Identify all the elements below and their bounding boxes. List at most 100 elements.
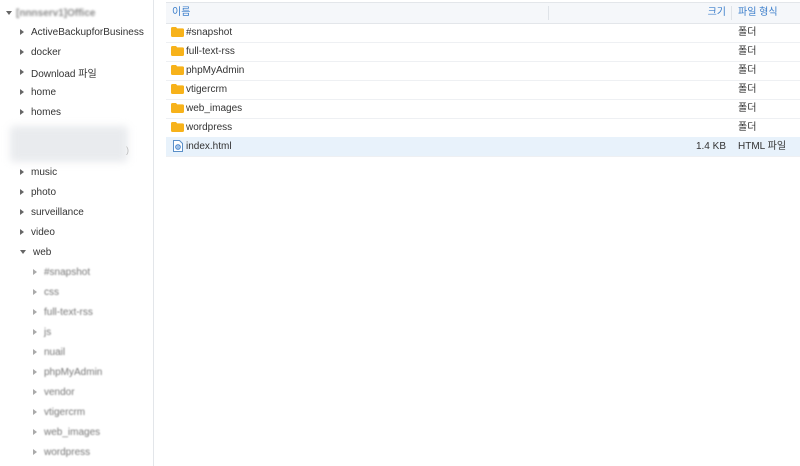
- table-row[interactable]: wordpress 폴더: [166, 118, 800, 138]
- caret-right-icon[interactable]: [33, 389, 37, 395]
- sidebar-subitem-snapshot[interactable]: #snapshot: [33, 265, 90, 279]
- caret-right-icon[interactable]: [33, 449, 37, 455]
- redacted-items: [10, 126, 128, 162]
- table-row[interactable]: phpMyAdmin 폴더: [166, 61, 800, 81]
- caret-right-icon[interactable]: [33, 429, 37, 435]
- caret-right-icon[interactable]: [33, 349, 37, 355]
- file-name: #snapshot: [186, 27, 233, 38]
- sidebar-subitem-css[interactable]: css: [33, 285, 59, 299]
- sidebar-subitem-web-images[interactable]: web_images: [33, 425, 100, 439]
- sidebar-subitem-label: css: [44, 286, 59, 298]
- caret-right-icon[interactable]: [20, 89, 24, 95]
- tree-root-shared-folder[interactable]: [nnnserv1]Office: [6, 6, 95, 20]
- table-row[interactable]: vtigercrm 폴더: [166, 80, 800, 100]
- sidebar-subitem-phpmyadmin[interactable]: phpMyAdmin: [33, 365, 102, 379]
- file-type: 폴더: [738, 122, 757, 133]
- sidebar-item-label: web: [33, 246, 52, 258]
- file-type: 폴더: [738, 84, 757, 95]
- file-name: wordpress: [186, 122, 233, 133]
- sidebar-item-homes[interactable]: homes: [20, 105, 61, 119]
- file-type: 폴더: [738, 65, 757, 76]
- sidebar-item-home[interactable]: home: [20, 85, 56, 99]
- caret-right-icon[interactable]: [20, 49, 24, 55]
- caret-right-icon[interactable]: [20, 29, 24, 35]
- file-list-header: 이름 크기 파일 형식: [166, 2, 800, 24]
- caret-right-icon[interactable]: [33, 309, 37, 315]
- sidebar-subitem-label: web_images: [44, 426, 101, 438]
- file-size: 1.4 KB: [695, 141, 726, 152]
- sidebar-item-label: docker: [31, 46, 62, 58]
- tree-root-label: [nnnserv1]Office: [16, 7, 96, 19]
- column-header-name[interactable]: 이름: [172, 3, 190, 23]
- sidebar-item-docker[interactable]: docker: [20, 45, 61, 59]
- table-row[interactable]: #snapshot 폴더: [166, 23, 800, 43]
- sidebar-item-photo[interactable]: photo: [20, 185, 56, 199]
- sidebar-item-surveillance[interactable]: surveillance: [20, 205, 84, 219]
- sidebar-subitem-label: vendor: [44, 386, 75, 398]
- sidebar-item-label: music: [31, 166, 58, 178]
- folder-tree-sidebar: [nnnserv1]Office ActiveBackupforBusiness…: [0, 0, 154, 466]
- caret-right-icon[interactable]: [20, 69, 24, 75]
- column-header-size[interactable]: 크기: [708, 3, 726, 23]
- sidebar-subitem-full-text-rss[interactable]: full-text-rss: [33, 305, 93, 319]
- file-name: web_images: [186, 103, 243, 114]
- file-list: 이름 크기 파일 형식 #snapshot 폴더 full-text-rss 폴…: [166, 2, 800, 466]
- caret-right-icon[interactable]: [33, 329, 37, 335]
- sidebar-subitem-js[interactable]: js: [33, 325, 51, 339]
- column-divider[interactable]: [731, 6, 732, 20]
- sidebar-item-music[interactable]: music: [20, 165, 57, 179]
- table-row-selected[interactable]: index.html 1.4 KB HTML 파일: [166, 137, 800, 157]
- sidebar-item-label: video: [31, 226, 55, 238]
- sidebar-subitem-label: wordpress: [44, 446, 91, 458]
- sidebar-item-label: home: [31, 86, 57, 98]
- folder-icon: [171, 65, 184, 75]
- sidebar-subitem-nuail[interactable]: nuail: [33, 345, 65, 359]
- folder-icon: [171, 122, 184, 132]
- sidebar-subitem-wordpress[interactable]: wordpress: [33, 445, 90, 459]
- redacted-paren: ): [126, 145, 129, 155]
- caret-right-icon[interactable]: [33, 409, 37, 415]
- caret-right-icon[interactable]: [20, 109, 24, 115]
- sidebar-subitem-label: js: [44, 326, 52, 338]
- caret-down-icon[interactable]: [6, 11, 12, 15]
- sidebar-item-download[interactable]: Download 파일: [20, 65, 97, 80]
- file-name: index.html: [186, 141, 232, 152]
- caret-right-icon[interactable]: [20, 169, 24, 175]
- sidebar-subitem-label: #snapshot: [44, 266, 91, 278]
- folder-icon: [171, 84, 184, 94]
- sidebar-item-web[interactable]: web: [20, 245, 51, 259]
- sidebar-subitem-vendor[interactable]: vendor: [33, 385, 75, 399]
- sidebar-subitem-vtigercrm[interactable]: vtigercrm: [33, 405, 85, 419]
- folder-icon: [171, 27, 184, 37]
- table-row[interactable]: web_images 폴더: [166, 99, 800, 119]
- sidebar-item-video[interactable]: video: [20, 225, 55, 239]
- caret-down-icon[interactable]: [20, 250, 26, 254]
- column-divider[interactable]: [548, 6, 549, 20]
- folder-icon: [171, 46, 184, 56]
- caret-right-icon[interactable]: [20, 229, 24, 235]
- caret-right-icon[interactable]: [33, 369, 37, 375]
- sidebar-item-label: Download 파일: [31, 68, 97, 80]
- caret-right-icon[interactable]: [33, 289, 37, 295]
- caret-right-icon[interactable]: [33, 269, 37, 275]
- sidebar-item-label: surveillance: [31, 206, 84, 218]
- file-name: phpMyAdmin: [186, 65, 245, 76]
- file-type: 폴더: [738, 103, 757, 114]
- caret-right-icon[interactable]: [20, 209, 24, 215]
- table-row[interactable]: full-text-rss 폴더: [166, 42, 800, 62]
- sidebar-item-activebackup[interactable]: ActiveBackupforBusiness: [20, 25, 144, 39]
- file-type: 폴더: [738, 46, 757, 57]
- sidebar-item-label: photo: [31, 186, 57, 198]
- sidebar-item-label: ActiveBackupforBusiness: [31, 26, 144, 38]
- html-file-icon: [173, 140, 183, 152]
- sidebar-subitem-label: phpMyAdmin: [44, 366, 103, 378]
- sidebar-subitem-label: full-text-rss: [44, 306, 93, 318]
- sidebar-subitem-label: nuail: [44, 346, 66, 358]
- file-type: 폴더: [738, 27, 757, 38]
- caret-right-icon[interactable]: [20, 189, 24, 195]
- folder-icon: [171, 103, 184, 113]
- file-name: vtigercrm: [186, 84, 228, 95]
- sidebar-subitem-label: vtigercrm: [44, 406, 86, 418]
- column-header-type[interactable]: 파일 형식: [738, 3, 778, 23]
- sidebar-item-label: homes: [31, 106, 62, 118]
